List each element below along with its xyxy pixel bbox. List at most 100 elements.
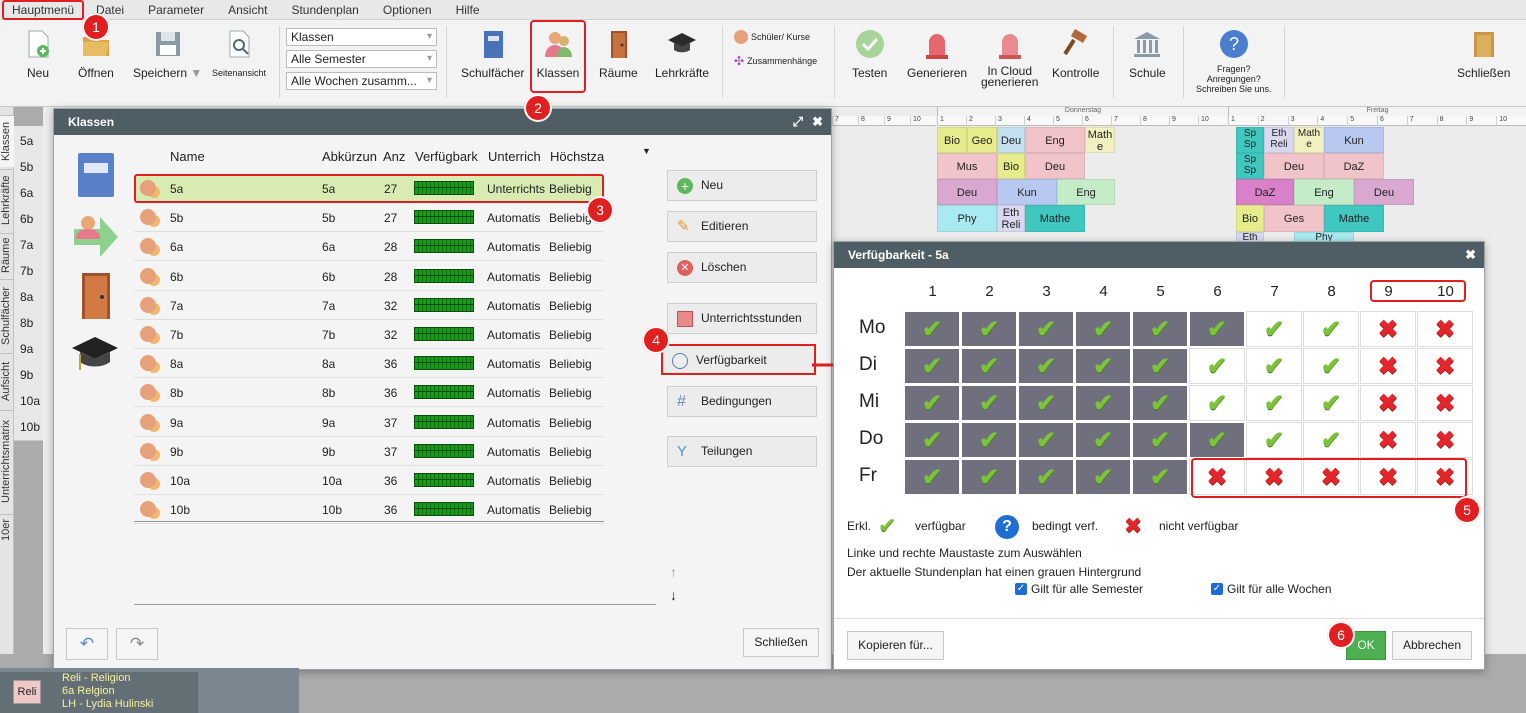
lesson-cell[interactable]: Deu: [1354, 179, 1414, 205]
row-header[interactable]: 5a: [14, 126, 43, 155]
availability-cell[interactable]: ✔: [1075, 311, 1131, 347]
relations-button[interactable]: ✣ Zusammenhänge: [734, 54, 817, 68]
lesson-cell[interactable]: Bio: [1236, 205, 1264, 232]
day-row-header[interactable]: Di: [859, 354, 899, 376]
close-classes-button[interactable]: Schließen: [743, 628, 819, 657]
lesson-cell[interactable]: Kun: [997, 179, 1057, 205]
delete-class-button[interactable]: ✕ Löschen: [667, 252, 817, 283]
availability-cell[interactable]: ✔: [1075, 459, 1131, 495]
book-icon[interactable]: [76, 153, 116, 200]
undo-button[interactable]: ↶: [66, 628, 108, 660]
view-select[interactable]: Klassen: [286, 28, 437, 46]
class-row[interactable]: 6a 6a 28 Automatis Beliebig: [134, 232, 604, 262]
lesson-cell[interactable]: Sp Sp: [1236, 127, 1264, 153]
period-column-header[interactable]: 1: [904, 283, 961, 300]
tab-10er[interactable]: 10er: [0, 514, 14, 544]
col-header-name[interactable]: Name: [170, 149, 310, 164]
people-arrow-icon[interactable]: [70, 209, 120, 264]
generate-button[interactable]: Generieren: [907, 28, 967, 80]
copy-for-button[interactable]: Kopieren für...: [847, 631, 944, 660]
row-header[interactable]: 10a: [14, 386, 43, 415]
close-icon[interactable]: ✖: [1465, 242, 1476, 268]
availability-cell[interactable]: ✔: [1132, 348, 1188, 384]
lesson-cell[interactable]: Eth Reli: [997, 205, 1025, 232]
door-icon[interactable]: [78, 271, 114, 322]
class-row[interactable]: 5a 5a 27 Unterrichts Beliebig: [134, 174, 604, 203]
availability-cell[interactable]: ✔: [1075, 385, 1131, 421]
day-row-header[interactable]: Do: [859, 428, 899, 450]
availability-cell[interactable]: ✖: [1360, 311, 1416, 347]
class-row[interactable]: 9a 9a 37 Automatis Beliebig: [134, 408, 604, 437]
period-column-header[interactable]: 4: [1075, 283, 1132, 300]
rooms-button[interactable]: Räume: [599, 28, 638, 80]
availability-cell[interactable]: ✔: [1246, 311, 1302, 347]
chevron-down-icon[interactable]: ▼: [190, 66, 202, 80]
lesson-cell[interactable]: Mathe: [1025, 205, 1085, 232]
lesson-cell[interactable]: Eng: [1025, 127, 1085, 153]
class-row[interactable]: 7b 7b 32 Automatis Beliebig: [134, 320, 604, 349]
availability-cell[interactable]: ✔: [1303, 348, 1359, 384]
page-view-button[interactable]: Seitenansicht: [212, 28, 266, 78]
availability-cell[interactable]: ✔: [904, 348, 960, 384]
class-row[interactable]: 9b 9b 37 Automatis Beliebig: [134, 437, 604, 466]
row-header[interactable]: 5b: [14, 152, 43, 181]
graduation-cap-icon[interactable]: [70, 334, 120, 379]
availability-cell[interactable]: ✔: [961, 311, 1017, 347]
all-weeks-checkbox[interactable]: ✓ Gilt für alle Wochen: [1211, 582, 1332, 596]
new-button[interactable]: Neu: [22, 28, 54, 80]
availability-cell[interactable]: ✔: [961, 385, 1017, 421]
all-semesters-checkbox[interactable]: ✓ Gilt für alle Semester: [1015, 582, 1143, 596]
class-row[interactable]: 10b 10b 36 Automatis Beliebig: [134, 495, 604, 525]
availability-cell[interactable]: ✔: [1303, 422, 1359, 458]
availability-cell[interactable]: ✔: [1246, 348, 1302, 384]
edit-class-button[interactable]: ✎ Editieren: [667, 211, 817, 242]
availability-cell[interactable]: ✔: [1018, 385, 1074, 421]
availability-button[interactable]: Verfügbarkeit: [661, 344, 816, 375]
semester-select[interactable]: Alle Semester: [286, 50, 437, 68]
availability-cell[interactable]: ✔: [1189, 311, 1245, 347]
lesson-cell[interactable]: Eng: [1294, 179, 1354, 205]
lesson-cell[interactable]: Sp Sp: [1236, 153, 1264, 179]
row-header[interactable]: 7b: [14, 256, 43, 285]
availability-cell[interactable]: ✔: [904, 422, 960, 458]
new-class-button[interactable]: + Neu: [667, 170, 817, 201]
period-column-header[interactable]: 8: [1303, 283, 1360, 300]
school-button[interactable]: Schule: [1129, 28, 1166, 80]
control-button[interactable]: Kontrolle: [1052, 28, 1099, 80]
tab-lehrkraefte[interactable]: Lehrkräfte: [0, 169, 14, 231]
col-header-max[interactable]: Höchstza: [550, 149, 606, 164]
availability-cell[interactable]: ✔: [1246, 385, 1302, 421]
maximize-icon[interactable]: ⤢: [793, 109, 803, 135]
availability-cell[interactable]: ✔: [1303, 311, 1359, 347]
row-header[interactable]: 7a: [14, 230, 43, 259]
lesson-cell[interactable]: DaZ: [1324, 153, 1384, 179]
lesson-cell[interactable]: Deu: [1264, 153, 1324, 179]
subject-chip[interactable]: Reli: [13, 680, 41, 704]
lesson-cell[interactable]: Mathe: [1324, 205, 1384, 232]
class-row[interactable]: 8a 8a 36 Automatis Beliebig: [134, 349, 604, 379]
availability-cell[interactable]: ✔: [961, 348, 1017, 384]
availability-cell[interactable]: ✔: [1075, 422, 1131, 458]
availability-cell[interactable]: ✖: [1360, 348, 1416, 384]
availability-cell[interactable]: ✖: [1417, 385, 1473, 421]
day-row-header[interactable]: Fr: [859, 465, 899, 487]
test-button[interactable]: Testen: [852, 28, 887, 80]
lesson-cell[interactable]: Kun: [1324, 127, 1384, 153]
menu-ansicht[interactable]: Ansicht: [216, 0, 279, 20]
class-row[interactable]: 5b 5b 27 Automatis Beliebig: [134, 203, 604, 233]
row-header[interactable]: 6b: [14, 204, 43, 233]
lesson-cell[interactable]: Ges: [1264, 205, 1324, 232]
tab-schulfaecher[interactable]: Schulfächer: [0, 279, 14, 351]
col-header-availability[interactable]: Verfügbark: [415, 149, 481, 164]
availability-cell[interactable]: ✖: [1417, 311, 1473, 347]
column-menu-icon[interactable]: ▼: [642, 146, 651, 156]
lesson-cell[interactable]: DaZ: [1236, 179, 1294, 205]
col-header-lessons[interactable]: Unterrich: [488, 149, 544, 164]
lesson-cell[interactable]: Deu: [937, 179, 997, 205]
menu-hauptmenue[interactable]: Hauptmenü: [2, 0, 85, 20]
class-row[interactable]: 6b 6b 28 Automatis Beliebig: [134, 262, 604, 291]
menu-stundenplan[interactable]: Stundenplan: [279, 0, 370, 20]
tab-unterrichtsmatrix[interactable]: Unterrichtsmatrix: [0, 410, 14, 512]
class-row[interactable]: 10a 10a 36 Automatis Beliebig: [134, 466, 604, 495]
availability-cell[interactable]: ✔: [1018, 348, 1074, 384]
